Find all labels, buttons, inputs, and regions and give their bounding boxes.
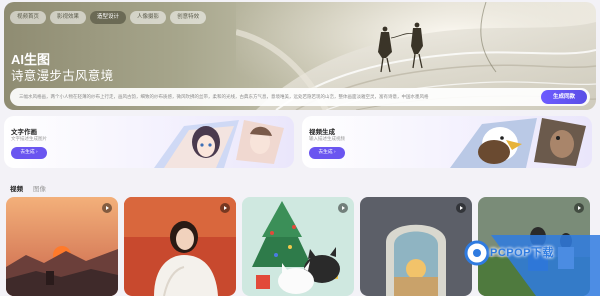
hero-banner: 视频首页 影视效果 造型设计 人像摄影 创意特效 AI生图 诗意漫步古风意境 三…: [4, 2, 596, 110]
tab-video[interactable]: 视频: [10, 183, 23, 193]
hero-tab-bar: 视频首页 影视效果 造型设计 人像摄影 创意特效: [10, 11, 207, 24]
eagle-illustration: [450, 118, 586, 168]
tab-style-design[interactable]: 造型设计: [90, 11, 127, 24]
arch-sunset-image: [360, 197, 472, 296]
great-wall-sunset-image: [6, 197, 118, 296]
feature-card-desc: 输入描述生成视频: [309, 136, 345, 141]
tab-creative-effects[interactable]: 创意特效: [170, 11, 207, 24]
gallery-item-christmas-cats[interactable]: [242, 197, 354, 296]
generate-same-button[interactable]: 生成同款: [541, 90, 587, 104]
go-generate-button[interactable]: 去生成 ›: [309, 147, 345, 159]
girl-portrait-image: [124, 197, 236, 296]
play-icon[interactable]: [102, 203, 112, 213]
hero-subtitle: 诗意漫步古风意境: [11, 69, 114, 83]
gallery-item-girl-white-coat[interactable]: [124, 197, 236, 296]
play-icon[interactable]: [338, 203, 348, 213]
go-generate-button[interactable]: 去生成 ›: [11, 147, 47, 159]
gallery-item-sunset-great-wall[interactable]: [6, 197, 118, 296]
tab-film-effects[interactable]: 影视效果: [50, 11, 87, 24]
tab-portrait[interactable]: 人像摄影: [130, 11, 167, 24]
feature-card-desc: 文字描述生成图片: [11, 136, 47, 141]
play-icon[interactable]: [220, 203, 230, 213]
play-icon[interactable]: [456, 203, 466, 213]
play-icon[interactable]: [574, 203, 584, 213]
media-tab-bar: 视频 图像: [10, 183, 46, 193]
feature-card-title: 视频生成: [309, 129, 335, 136]
anime-girl-illustration: [154, 120, 284, 168]
gallery-item-arch-sunset[interactable]: [360, 197, 472, 296]
watermark-text: PCPOP下载: [490, 247, 555, 259]
tab-video-home[interactable]: 视频首页: [10, 11, 47, 24]
tab-image[interactable]: 图像: [33, 183, 46, 193]
christmas-cats-image: [242, 197, 354, 296]
feature-card-video-generation[interactable]: 视频生成 输入描述生成视频 去生成 ›: [302, 116, 592, 168]
prompt-text: 三幅水风格画，两个小人物在轻薄的纱布上行走，画风古韵，细致的纱布质感，微风吹拂的…: [19, 94, 429, 99]
prompt-bar: 三幅水风格画，两个小人物在轻薄的纱布上行走，画风古韵，细致的纱布质感，微风吹拂的…: [10, 88, 590, 106]
page: 视频首页 影视效果 造型设计 人像摄影 创意特效 AI生图 诗意漫步古风意境 三…: [0, 0, 600, 296]
feature-card-text-to-image[interactable]: 文字作画 文字描述生成图片 去生成 ›: [4, 116, 294, 168]
feature-card-title: 文字作画: [11, 129, 37, 136]
